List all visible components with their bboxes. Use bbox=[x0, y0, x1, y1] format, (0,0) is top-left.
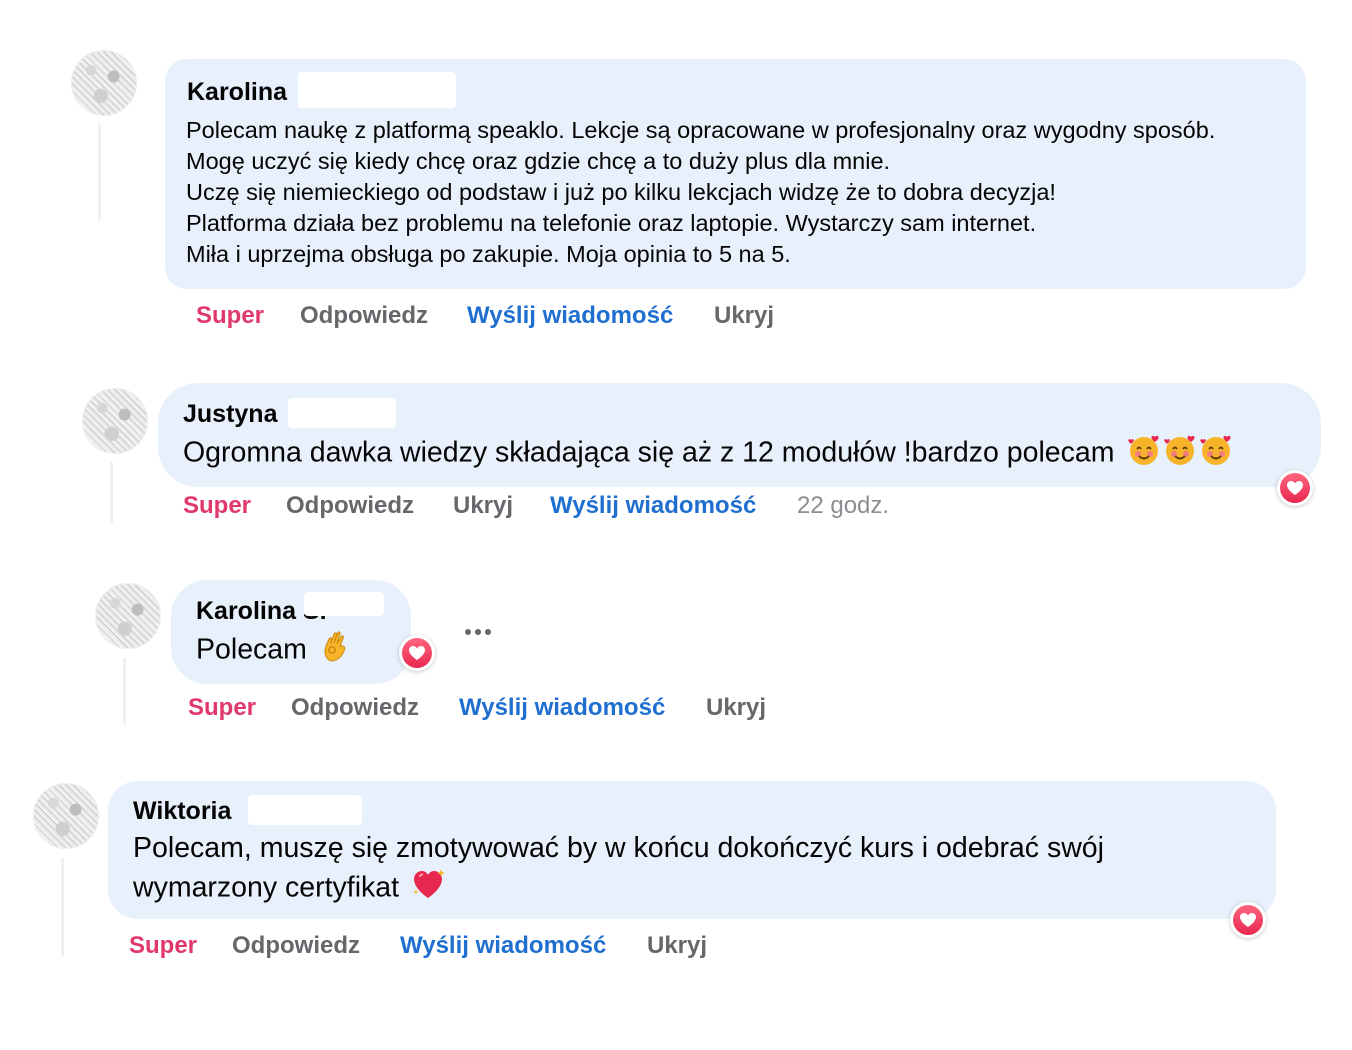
send-message-link[interactable]: Wyślij wiadomość bbox=[467, 302, 673, 330]
hide-button[interactable]: Ukryj bbox=[453, 492, 513, 520]
comment-text-line: Platforma działa bez problemu na telefon… bbox=[186, 210, 1037, 236]
thread-line bbox=[98, 124, 101, 220]
heart-reaction-badge[interactable] bbox=[399, 635, 435, 671]
redacted-surname bbox=[248, 795, 362, 825]
heart-reaction-badge[interactable] bbox=[1277, 470, 1313, 506]
comment-text-line: Mogę uczyć się kiedy chcę oraz gdzie chc… bbox=[186, 148, 891, 174]
comment-text-line: Polecam naukę z platformą speaklo. Lekcj… bbox=[186, 117, 1216, 143]
heart-icon bbox=[1287, 481, 1303, 495]
comment-actions: Super Odpowiedz Wyślij wiadomość Ukryj bbox=[188, 694, 888, 724]
comment-text-content: Ogromna dawka wiedzy składająca się aż z… bbox=[183, 436, 1115, 469]
redacted-surname bbox=[304, 592, 384, 616]
hide-button[interactable]: Ukryj bbox=[647, 932, 707, 960]
reply-button[interactable]: Odpowiedz bbox=[291, 694, 419, 722]
comment-text: Ogromna dawka wiedzy składająca się aż z… bbox=[183, 432, 1234, 476]
comment-text: wymarzony certyfikat bbox=[133, 867, 447, 911]
thread-line bbox=[123, 658, 126, 724]
comment-text-content: Polecam bbox=[196, 633, 307, 666]
comment-text-line: Polecam, muszę się zmotywować by w końcu… bbox=[133, 832, 1104, 864]
thread-line bbox=[110, 462, 113, 524]
comment-author[interactable]: Wiktoria bbox=[133, 797, 231, 826]
smiling-face-with-hearts-icon bbox=[1198, 432, 1234, 476]
super-button[interactable]: Super bbox=[196, 302, 264, 330]
super-button[interactable]: Super bbox=[188, 694, 256, 722]
comment-text-content: wymarzony certyfikat bbox=[133, 871, 400, 904]
smiling-face-with-hearts-icon bbox=[1126, 432, 1162, 476]
hide-button[interactable]: Ukryj bbox=[706, 694, 766, 722]
comment-actions: Super Odpowiedz Wyślij wiadomość Ukryj bbox=[129, 932, 829, 962]
avatar[interactable] bbox=[82, 388, 148, 454]
redacted-surname bbox=[298, 72, 456, 108]
reply-button[interactable]: Odpowiedz bbox=[286, 492, 414, 520]
more-options-icon[interactable] bbox=[465, 629, 491, 635]
redacted-surname bbox=[288, 398, 396, 428]
hide-button[interactable]: Ukryj bbox=[714, 302, 774, 330]
comment-timestamp[interactable]: 22 godz. bbox=[797, 492, 889, 520]
comment-text-line: Miła i uprzejma obsługa po zakupie. Moja… bbox=[186, 241, 791, 267]
comment-actions: Super Odpowiedz Wyślij wiadomość Ukryj bbox=[196, 302, 896, 332]
comment-author[interactable]: Karolina bbox=[187, 78, 287, 107]
super-button[interactable]: Super bbox=[183, 492, 251, 520]
comment-text-line: Uczę się niemieckiego od podstaw i już p… bbox=[186, 179, 1056, 205]
reply-button[interactable]: Odpowiedz bbox=[232, 932, 360, 960]
comment-actions: Super Odpowiedz Ukryj Wyślij wiadomość 2… bbox=[183, 492, 943, 522]
avatar[interactable] bbox=[95, 583, 161, 649]
heart-with-sparkles-icon bbox=[411, 867, 447, 911]
heart-reaction-badge[interactable] bbox=[1230, 902, 1266, 938]
smiling-face-with-hearts-icon bbox=[1162, 432, 1198, 476]
comment-author[interactable]: Justyna bbox=[183, 400, 277, 429]
send-message-link[interactable]: Wyślij wiadomość bbox=[550, 492, 756, 520]
comment-text: Polecam bbox=[196, 629, 351, 673]
send-message-link[interactable]: Wyślij wiadomość bbox=[400, 932, 606, 960]
heart-icon bbox=[1240, 913, 1256, 927]
super-button[interactable]: Super bbox=[129, 932, 197, 960]
avatar[interactable] bbox=[33, 783, 99, 849]
ok-hand-icon bbox=[321, 629, 351, 673]
send-message-link[interactable]: Wyślij wiadomość bbox=[459, 694, 665, 722]
reply-button[interactable]: Odpowiedz bbox=[300, 302, 428, 330]
heart-icon bbox=[409, 646, 425, 660]
thread-line bbox=[61, 858, 64, 956]
avatar[interactable] bbox=[71, 50, 137, 116]
